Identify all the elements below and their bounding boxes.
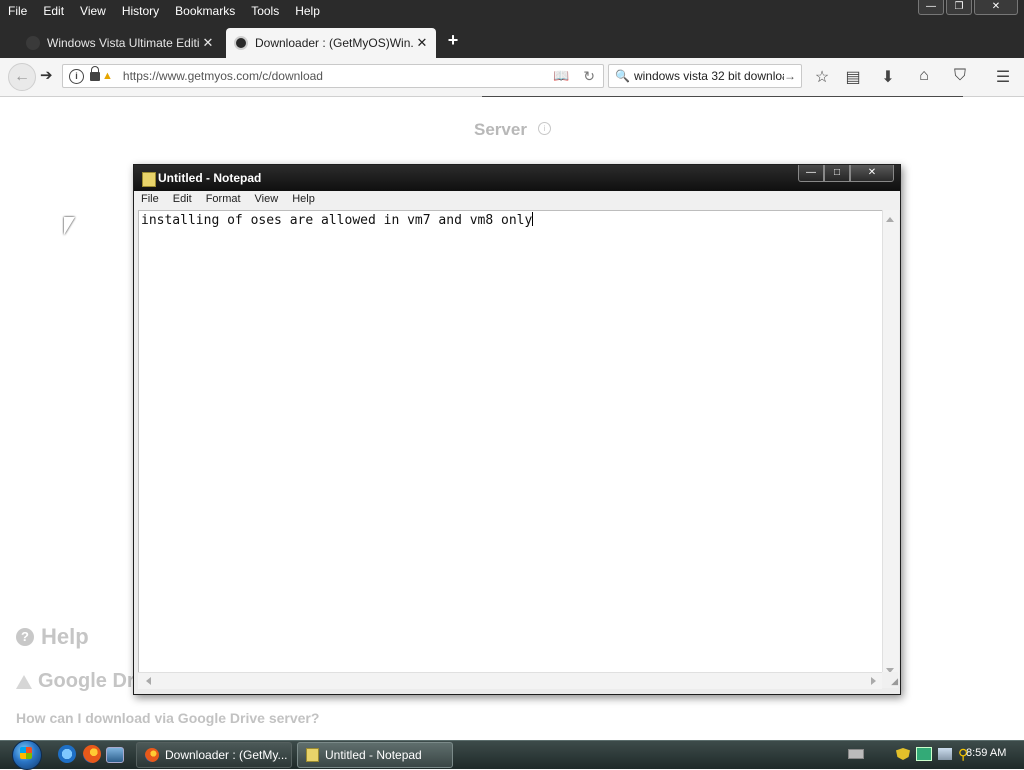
menu-file[interactable]: File: [0, 0, 35, 22]
menu-view[interactable]: View: [72, 0, 114, 22]
notepad-text-line[interactable]: installing of oses are allowed in vm7 an…: [141, 212, 534, 228]
navigation-toolbar: ← ➔ i ▲ https://www.getmyos.com/c/downlo…: [0, 58, 1024, 97]
site-info-icon[interactable]: i: [69, 68, 84, 84]
horizontal-scrollbar[interactable]: [138, 672, 882, 689]
notepad-icon: [306, 748, 319, 762]
notepad-menu-format[interactable]: Format: [199, 191, 248, 210]
back-button[interactable]: ←: [8, 63, 36, 91]
google-drive-faq-link[interactable]: How can I download via Google Drive serv…: [16, 710, 319, 726]
google-drive-icon: [16, 674, 32, 689]
system-tray: ⚲: [848, 740, 972, 768]
bookmark-star-icon[interactable]: ☆: [812, 67, 832, 87]
tab-favicon-icon: [234, 36, 248, 50]
resize-grip-icon[interactable]: ◢: [882, 672, 898, 688]
scroll-left-arrow-icon[interactable]: [146, 677, 151, 685]
notepad-close-button[interactable]: ✕: [850, 165, 894, 182]
url-text[interactable]: https://www.getmyos.com/c/download: [123, 69, 553, 83]
tab-downloader[interactable]: Downloader : (GetMyOS)Win... ✕: [226, 28, 436, 58]
downloads-icon[interactable]: ⬇: [878, 67, 898, 87]
text-caret: [532, 212, 534, 226]
internet-explorer-icon[interactable]: [58, 745, 76, 763]
help-heading: ? Help: [16, 624, 89, 650]
tab-favicon-icon: [26, 36, 40, 50]
warning-icon: ▲: [102, 70, 113, 82]
notepad-minimize-button[interactable]: —: [798, 165, 824, 182]
notepad-menu-edit[interactable]: Edit: [166, 191, 199, 210]
menu-edit[interactable]: Edit: [35, 0, 72, 22]
forward-button[interactable]: ➔: [40, 66, 53, 84]
search-input[interactable]: windows vista 32 bit download: [634, 69, 784, 83]
notepad-window: Untitled - Notepad — □ ✕ File Edit Forma…: [133, 164, 901, 695]
start-button[interactable]: [6, 740, 46, 770]
notepad-window-controls: — □ ✕: [798, 165, 894, 182]
notepad-titlebar[interactable]: Untitled - Notepad — □ ✕: [134, 165, 900, 191]
menu-bookmarks[interactable]: Bookmarks: [167, 0, 243, 22]
clock[interactable]: 8:59 AM: [966, 747, 1006, 759]
home-icon[interactable]: ⌂: [914, 67, 934, 85]
notepad-menubar: File Edit Format View Help: [134, 191, 900, 210]
firefox-menubar: File Edit View History Bookmarks Tools H…: [0, 0, 900, 22]
library-icon[interactable]: ▤: [843, 67, 863, 87]
notepad-text-area[interactable]: installing of oses are allowed in vm7 an…: [138, 210, 883, 681]
firefox-close-button[interactable]: ✕: [974, 0, 1018, 15]
tab-label: Windows Vista Ultimate Editio...: [47, 36, 200, 50]
notepad-menu-file[interactable]: File: [134, 191, 166, 210]
firefox-quicklaunch-icon[interactable]: [83, 745, 101, 763]
taskbar-item-notepad[interactable]: Untitled - Notepad: [297, 742, 453, 768]
notepad-title: Untitled - Notepad: [158, 171, 262, 185]
search-go-icon[interactable]: →: [784, 69, 796, 83]
notepad-maximize-button[interactable]: □: [824, 165, 850, 182]
question-icon: ?: [16, 628, 34, 646]
taskbar-item-firefox[interactable]: Downloader : (GetMy...: [136, 742, 292, 768]
keyboard-icon[interactable]: [848, 749, 864, 759]
tab-close-icon[interactable]: ✕: [414, 35, 430, 51]
new-tab-button[interactable]: +: [444, 30, 462, 51]
reader-view-icon[interactable]: 📖: [553, 68, 569, 84]
search-icon: 🔍: [615, 69, 630, 83]
firefox-restore-button[interactable]: ❐: [946, 0, 972, 15]
firefox-window-controls: — ❐ ✕: [918, 0, 1018, 15]
vertical-scrollbar[interactable]: [882, 210, 899, 680]
mouse-cursor-icon: [64, 217, 75, 235]
firefox-icon: [145, 748, 159, 762]
scroll-right-arrow-icon[interactable]: [871, 677, 876, 685]
network-icon[interactable]: [938, 748, 952, 760]
hamburger-menu-icon[interactable]: ☰: [993, 67, 1013, 87]
firefox-minimize-button[interactable]: —: [918, 0, 944, 15]
lock-icon: [90, 65, 100, 81]
info-icon[interactable]: i: [538, 122, 551, 135]
url-bar[interactable]: i ▲ https://www.getmyos.com/c/download 📖…: [62, 64, 604, 88]
menu-help[interactable]: Help: [287, 0, 328, 22]
notepad-menu-help[interactable]: Help: [285, 191, 322, 210]
taskbar-item-label: Downloader : (GetMy...: [165, 748, 288, 762]
reload-icon[interactable]: ↻: [583, 68, 595, 85]
notepad-content: installing of oses are allowed in vm7 an…: [141, 213, 533, 228]
help-heading-text: Help: [41, 624, 89, 649]
menu-history[interactable]: History: [114, 0, 167, 22]
google-drive-heading-text: Google Dr: [38, 670, 135, 692]
pocket-icon[interactable]: ⛉: [950, 67, 970, 85]
server-heading: Server: [474, 120, 527, 139]
tab-close-icon[interactable]: ✕: [200, 35, 216, 51]
windows-logo-icon: [20, 747, 32, 759]
scroll-up-arrow-icon[interactable]: [886, 217, 894, 222]
monitor-icon[interactable]: [916, 747, 932, 761]
google-drive-heading: Google Dr: [16, 670, 135, 693]
notepad-menu-view[interactable]: View: [248, 191, 286, 210]
menu-tools[interactable]: Tools: [243, 0, 287, 22]
tab-label: Downloader : (GetMyOS)Win...: [255, 36, 414, 50]
search-bar[interactable]: 🔍 windows vista 32 bit download →: [608, 64, 802, 88]
taskbar-item-label: Untitled - Notepad: [325, 748, 422, 762]
tab-windows-vista[interactable]: Windows Vista Ultimate Editio... ✕: [18, 28, 222, 58]
tab-strip: Windows Vista Ultimate Editio... ✕ Downl…: [0, 28, 1024, 58]
notepad-app-icon: [142, 172, 156, 187]
show-desktop-icon[interactable]: [106, 747, 124, 763]
security-shield-icon[interactable]: [896, 748, 910, 760]
